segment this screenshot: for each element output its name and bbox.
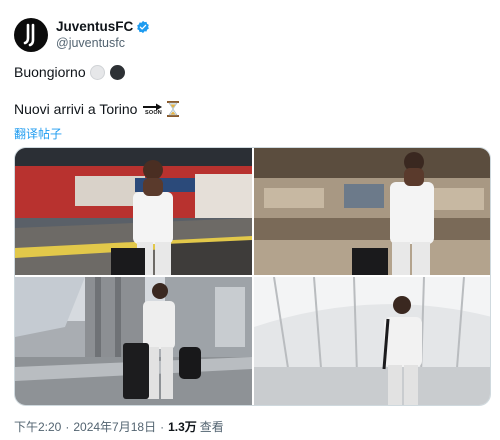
separator-dot: · xyxy=(160,419,165,434)
tweet-text-line-1: Buongiorno xyxy=(14,64,125,80)
black-circle-icon xyxy=(109,64,125,80)
white-circle-icon xyxy=(89,64,105,80)
post-time[interactable]: 下午2:20 xyxy=(14,418,61,435)
post-date[interactable]: 2024年7月18日 xyxy=(73,418,156,435)
separator-dot: · xyxy=(65,419,70,434)
views-label: 查看 xyxy=(199,420,224,434)
greeting-text: Buongiorno xyxy=(14,64,86,80)
tweet-text-line-2: Nuovi arrivi a Torino SOON xyxy=(14,101,180,117)
juventus-logo-icon xyxy=(23,23,35,47)
photo-train-station-platform[interactable] xyxy=(15,148,252,275)
translate-post-link[interactable]: 翻译帖子 xyxy=(14,125,62,142)
avatar[interactable] xyxy=(14,18,48,52)
views-count: 1.3万 xyxy=(168,420,197,434)
hourglass-icon xyxy=(167,101,180,117)
soon-arrow-icon: SOON xyxy=(143,103,163,116)
user-handle[interactable]: @juventusfc xyxy=(56,35,150,52)
tweet-header: JuventusFC @juventusfc xyxy=(14,18,150,52)
media-grid xyxy=(14,147,491,406)
photo-station-hall[interactable] xyxy=(254,148,490,275)
display-name[interactable]: JuventusFC xyxy=(56,18,133,35)
tweet-card: JuventusFC @juventusfc Buongiorno Nuovi … xyxy=(0,0,500,440)
photo-glass-canopy-walkway[interactable] xyxy=(254,277,490,405)
verified-badge-icon xyxy=(137,20,150,33)
tweet-footer: 下午2:20 · 2024年7月18日 · 1.3万 查看 xyxy=(14,418,224,435)
photo-walking-with-luggage[interactable] xyxy=(15,277,252,405)
arrivals-text: Nuovi arrivi a Torino xyxy=(14,101,138,117)
